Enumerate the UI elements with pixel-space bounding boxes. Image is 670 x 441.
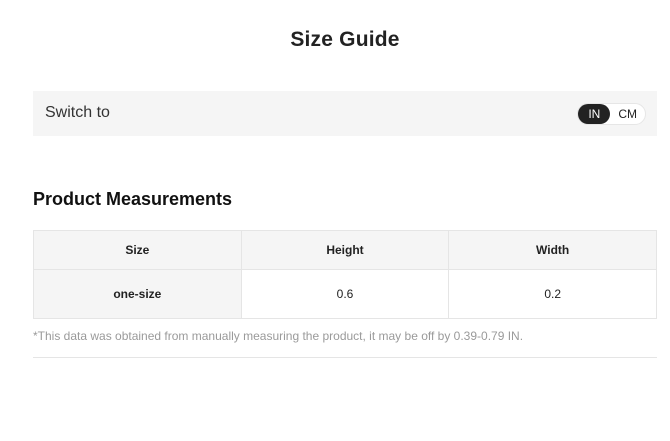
table-row: one-size 0.6 0.2 — [33, 269, 657, 319]
unit-toggle[interactable]: IN CM — [577, 103, 646, 125]
table-header-row: Size Height Width — [33, 230, 657, 270]
measurement-note: *This data was obtained from manually me… — [33, 329, 524, 343]
measurements-table: Size Height Width one-size 0.6 0.2 — [33, 230, 657, 319]
column-header-width: Width — [448, 230, 657, 270]
divider — [33, 357, 657, 358]
cell-height: 0.6 — [240, 269, 450, 319]
unit-option-in[interactable]: IN — [578, 104, 611, 124]
unit-switch-bar: Switch to IN CM — [33, 91, 657, 136]
section-title: Product Measurements — [33, 189, 233, 209]
page-title: Size Guide — [290, 28, 400, 51]
unit-option-cm[interactable]: CM — [610, 104, 645, 124]
column-header-height: Height — [240, 230, 450, 270]
size-guide-page: Size Guide Switch to IN CM Product Measu… — [0, 0, 670, 441]
switch-label: Switch to — [45, 104, 110, 121]
column-header-size: Size — [33, 230, 242, 270]
cell-width: 0.2 — [448, 269, 657, 319]
cell-size: one-size — [33, 269, 242, 319]
